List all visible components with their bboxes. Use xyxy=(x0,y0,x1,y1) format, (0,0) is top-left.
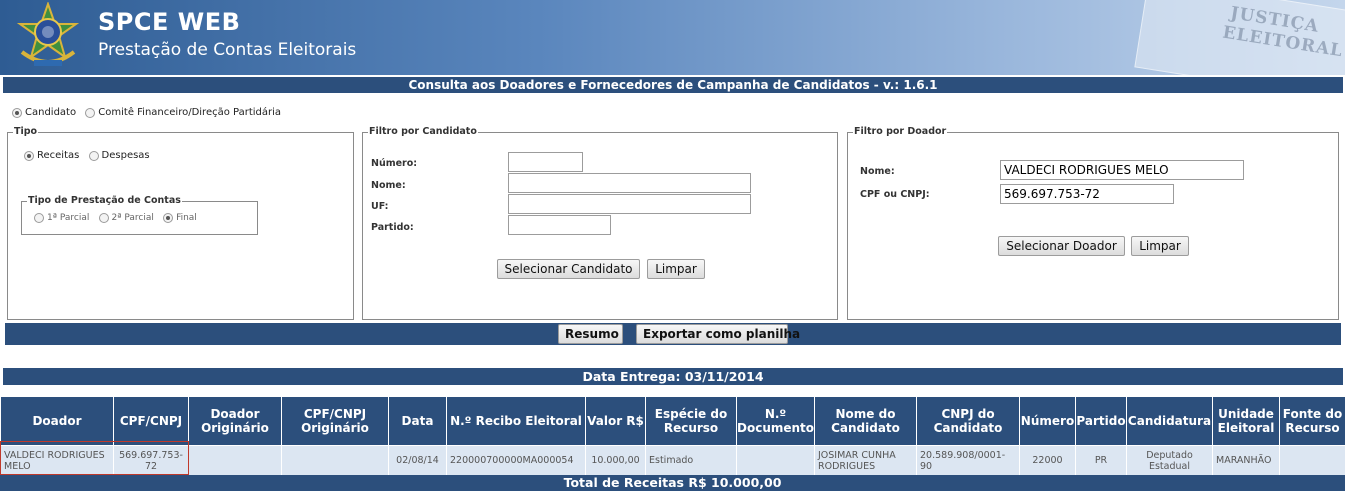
entity-type-radio-group: Candidato Comitê Financeiro/Direção Part… xyxy=(12,107,281,119)
radio-candidato-label: Candidato xyxy=(25,107,77,118)
filtro-doador-fieldset: Filtro por Doador Nome: VALDECI RODRIGUE… xyxy=(847,126,1339,320)
action-bar: Resumo Exportar como planilha xyxy=(5,323,1341,345)
filtro-candidato-legend: Filtro por Candidato xyxy=(368,126,478,137)
cell-documento xyxy=(736,445,815,476)
radio-final[interactable] xyxy=(163,213,174,223)
nome-candidato-input[interactable] xyxy=(508,173,751,193)
filtro-doador-legend: Filtro por Doador xyxy=(853,126,948,137)
results-table: Doador CPF/CNPJ Doador Originário CPF/CN… xyxy=(0,396,1345,476)
cell-cpf-cnpj-originario xyxy=(281,445,389,476)
selecionar-candidato-button[interactable]: Selecionar Candidato xyxy=(497,259,640,279)
cell-numero: 22000 xyxy=(1019,445,1076,476)
prestacao-radio-group: 1ª Parcial 2ª Parcial Final xyxy=(34,213,197,224)
numero-label: Número: xyxy=(371,158,418,169)
col-valor: Valor R$ xyxy=(585,396,646,446)
cell-especie: Estimado xyxy=(645,445,737,476)
radio-comite[interactable] xyxy=(85,107,96,118)
data-entrega-bar: Data Entrega: 03/11/2014 xyxy=(3,368,1343,385)
col-fonte-recurso: Fonte do Recurso xyxy=(1279,396,1345,446)
col-especie: Espécie do Recurso xyxy=(645,396,737,446)
cell-fonte-recurso xyxy=(1279,445,1345,476)
cell-nome-candidato: JOSIMAR CUNHA RODRIGUES xyxy=(814,445,917,476)
col-unidade-eleitoral: Unidade Eleitoral xyxy=(1212,396,1280,446)
cell-recibo: 220000700000MA000054 xyxy=(446,445,586,476)
cell-data: 02/08/14 xyxy=(388,445,447,476)
uf-input[interactable] xyxy=(508,194,751,214)
row-highlight-box xyxy=(0,441,189,475)
radio-1a-parcial[interactable] xyxy=(34,213,44,223)
table-header-row: Doador CPF/CNPJ Doador Originário CPF/CN… xyxy=(0,396,1345,446)
tipo-legend: Tipo xyxy=(13,126,39,137)
col-nome-candidato: Nome do Candidato xyxy=(814,396,917,446)
selecionar-doador-button[interactable]: Selecionar Doador xyxy=(998,236,1125,256)
col-numero: Número xyxy=(1019,396,1076,446)
radio-despesas[interactable] xyxy=(88,150,99,161)
exportar-planilha-button[interactable]: Exportar como planilha xyxy=(636,324,800,344)
radio-comite-label: Comitê Financeiro/Direção Partidária xyxy=(98,107,282,118)
radio-despesas-label: Despesas xyxy=(101,150,150,161)
uf-label: UF: xyxy=(371,201,389,212)
app-header: SPCE WEB Prestação de Contas Eleitorais … xyxy=(0,0,1345,75)
radio-receitas[interactable] xyxy=(24,150,34,161)
justica-eleitoral-watermark: JUSTIÇA ELEITORAL xyxy=(1100,0,1345,75)
numero-input[interactable] xyxy=(508,152,583,172)
cell-valor: 10.000,00 xyxy=(585,445,646,476)
nome-candidato-label: Nome: xyxy=(371,180,406,191)
col-doador: Doador xyxy=(0,396,114,446)
prestacao-legend: Tipo de Prestação de Contas xyxy=(27,195,182,206)
total-receitas-bar: Total de Receitas R$ 10.000,00 xyxy=(0,475,1345,491)
col-documento: N.º Documento xyxy=(736,396,815,446)
prestacao-fieldset: Tipo de Prestação de Contas 1ª Parcial 2… xyxy=(21,195,258,235)
cell-partido: PR xyxy=(1075,445,1127,476)
app-title: SPCE WEB xyxy=(98,8,241,36)
col-cnpj-candidato: CNPJ do Candidato xyxy=(916,396,1020,446)
limpar-candidato-button[interactable]: Limpar xyxy=(647,259,705,279)
nome-doador-input[interactable]: VALDECI RODRIGUES MELO xyxy=(1000,160,1244,180)
col-candidatura: Candidatura xyxy=(1126,396,1213,446)
col-cpf-cnpj-originario: CPF/CNPJ Originário xyxy=(281,396,389,446)
cell-doador-originario xyxy=(188,445,282,476)
cell-candidatura: Deputado Estadual xyxy=(1126,445,1213,476)
resumo-button[interactable]: Resumo xyxy=(558,324,623,344)
radio-candidato[interactable] xyxy=(12,107,22,118)
col-doador-originario: Doador Originário xyxy=(188,396,282,446)
partido-label: Partido: xyxy=(371,222,414,233)
cell-unidade-eleitoral: MARANHÃO xyxy=(1212,445,1280,476)
col-data: Data xyxy=(388,396,447,446)
radio-2a-parcial-label: 2ª Parcial xyxy=(111,213,154,223)
nome-doador-label: Nome: xyxy=(860,166,895,177)
col-recibo: N.º Recibo Eleitoral xyxy=(446,396,586,446)
limpar-doador-button[interactable]: Limpar xyxy=(1131,236,1189,256)
table-row[interactable]: VALDECI RODRIGUES MELO 569.697.753-72 02… xyxy=(0,445,1345,476)
radio-final-label: Final xyxy=(176,213,197,223)
col-partido: Partido xyxy=(1075,396,1127,446)
col-cpf-cnpj: CPF/CNPJ xyxy=(113,396,189,446)
app-subtitle: Prestação de Contas Eleitorais xyxy=(98,40,357,60)
radio-receitas-label: Receitas xyxy=(37,150,80,161)
radio-1a-parcial-label: 1ª Parcial xyxy=(47,213,90,223)
tipo-radio-group: Receitas Despesas xyxy=(24,150,150,162)
filtro-candidato-fieldset: Filtro por Candidato Número: Nome: UF: P… xyxy=(362,126,838,320)
partido-input[interactable] xyxy=(508,215,611,235)
radio-2a-parcial[interactable] xyxy=(98,213,109,223)
cpf-cnpj-input[interactable]: 569.697.753-72 xyxy=(1000,184,1174,204)
brazil-coat-of-arms-icon xyxy=(16,2,80,66)
cell-cnpj-candidato: 20.589.908/0001-90 xyxy=(916,445,1020,476)
cpf-cnpj-label: CPF ou CNPJ: xyxy=(860,189,930,200)
page-title: Consulta aos Doadores e Fornecedores de … xyxy=(3,77,1343,93)
